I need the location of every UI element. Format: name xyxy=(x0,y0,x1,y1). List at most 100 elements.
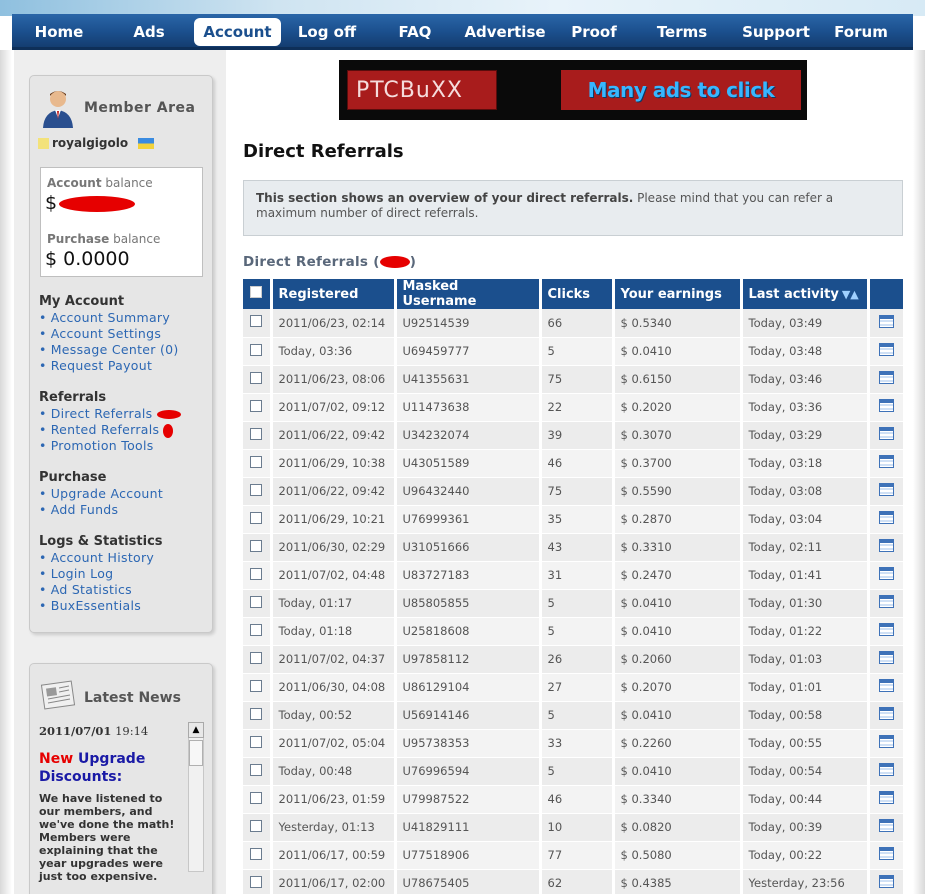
col-clicks[interactable]: Clicks xyxy=(540,279,615,309)
row-checkbox[interactable] xyxy=(250,847,262,860)
stats-calendar-icon[interactable] xyxy=(878,847,894,860)
sidebar-item-direct-referrals[interactable]: • Direct Referrals xyxy=(39,406,181,421)
row-checkbox[interactable] xyxy=(250,763,262,776)
stats-calendar-icon[interactable] xyxy=(878,399,894,412)
stats-calendar-icon[interactable] xyxy=(878,763,894,776)
stats-calendar-icon[interactable] xyxy=(878,679,894,692)
row-select-cell[interactable] xyxy=(243,337,273,366)
row-select-cell[interactable] xyxy=(243,449,273,478)
bullet-icon: • xyxy=(39,598,47,613)
row-checkbox[interactable] xyxy=(250,735,262,748)
row-checkbox[interactable] xyxy=(250,819,262,832)
row-checkbox[interactable] xyxy=(250,315,262,328)
row-select-cell[interactable] xyxy=(243,617,273,646)
row-select-cell[interactable] xyxy=(243,785,273,814)
row-select-cell[interactable] xyxy=(243,729,273,758)
stats-calendar-icon[interactable] xyxy=(878,819,894,832)
stats-calendar-icon[interactable] xyxy=(878,371,894,384)
row-checkbox[interactable] xyxy=(250,427,262,440)
stats-calendar-icon[interactable] xyxy=(878,511,894,524)
news-headline[interactable]: New Upgrade Discounts: xyxy=(39,750,179,786)
row-checkbox[interactable] xyxy=(250,679,262,692)
sidebar-item-account-settings[interactable]: • Account Settings xyxy=(39,326,161,341)
row-select-cell[interactable] xyxy=(243,393,273,422)
sidebar-item-account-history[interactable]: • Account History xyxy=(39,550,154,565)
stats-calendar-icon[interactable] xyxy=(878,791,894,804)
stats-calendar-icon[interactable] xyxy=(878,343,894,356)
sidebar-item-ad-statistics[interactable]: • Ad Statistics xyxy=(39,582,132,597)
ad-banner[interactable]: PTCBuXX Many ads to click xyxy=(339,60,807,120)
sidebar-item-account-summary[interactable]: • Account Summary xyxy=(39,310,170,325)
sidebar-item-rented-referrals[interactable]: • Rented Referrals xyxy=(39,422,174,438)
nav-advertise[interactable]: Advertise xyxy=(460,18,550,46)
row-select-cell[interactable] xyxy=(243,645,273,674)
sort-arrows-icon[interactable]: ▼▲ xyxy=(842,288,859,301)
row-select-cell[interactable] xyxy=(243,869,273,894)
select-all-cell[interactable] xyxy=(243,279,273,309)
row-select-cell[interactable] xyxy=(243,673,273,702)
stats-calendar-icon[interactable] xyxy=(878,623,894,636)
nav-ads[interactable]: Ads xyxy=(116,18,182,46)
row-select-cell[interactable] xyxy=(243,477,273,506)
row-checkbox[interactable] xyxy=(250,343,262,356)
row-checkbox[interactable] xyxy=(250,595,262,608)
nav-faq[interactable]: FAQ xyxy=(384,18,446,46)
row-checkbox[interactable] xyxy=(250,623,262,636)
col-masked-username[interactable]: Masked Username xyxy=(395,279,542,309)
row-select-cell[interactable] xyxy=(243,701,273,730)
sidebar-item-promotion-tools[interactable]: • Promotion Tools xyxy=(39,438,154,453)
row-checkbox[interactable] xyxy=(250,399,262,412)
row-select-cell[interactable] xyxy=(243,841,273,870)
row-checkbox[interactable] xyxy=(250,791,262,804)
sidebar-item-request-payout[interactable]: • Request Payout xyxy=(39,358,152,373)
row-checkbox[interactable] xyxy=(250,511,262,524)
row-select-cell[interactable] xyxy=(243,813,273,842)
sidebar-item-login-log[interactable]: • Login Log xyxy=(39,566,113,581)
sidebar-item-add-funds[interactable]: • Add Funds xyxy=(39,502,118,517)
sidebar-item-buxessentials[interactable]: • BuxEssentials xyxy=(39,598,141,613)
row-select-cell[interactable] xyxy=(243,505,273,534)
stats-calendar-icon[interactable] xyxy=(878,567,894,580)
cell-last-activity: Today, 01:30 xyxy=(741,589,870,618)
row-select-cell[interactable] xyxy=(243,757,273,786)
stats-calendar-icon[interactable] xyxy=(878,651,894,664)
stats-calendar-icon[interactable] xyxy=(878,875,894,888)
row-checkbox[interactable] xyxy=(250,707,262,720)
row-checkbox[interactable] xyxy=(250,651,262,664)
col-your-earnings[interactable]: Your earnings xyxy=(613,279,743,309)
col-last-activity[interactable]: Last activity ▼▲ xyxy=(741,279,870,309)
stats-calendar-icon[interactable] xyxy=(878,735,894,748)
nav-forum[interactable]: Forum xyxy=(826,18,896,46)
row-checkbox[interactable] xyxy=(250,483,262,496)
sidebar-item-message-center-0-[interactable]: • Message Center (0) xyxy=(39,342,179,357)
scroll-up-arrow-icon[interactable]: ▲ xyxy=(188,722,204,738)
news-scroll-thumb[interactable] xyxy=(189,740,203,766)
row-checkbox[interactable] xyxy=(250,539,262,552)
nav-terms[interactable]: Terms xyxy=(642,18,722,46)
stats-calendar-icon[interactable] xyxy=(878,707,894,720)
stats-calendar-icon[interactable] xyxy=(878,483,894,496)
col-registered[interactable]: Registered xyxy=(271,279,397,309)
select-all-checkbox[interactable] xyxy=(250,286,262,298)
row-checkbox[interactable] xyxy=(250,371,262,384)
row-checkbox[interactable] xyxy=(250,455,262,468)
row-checkbox[interactable] xyxy=(250,567,262,580)
stats-calendar-icon[interactable] xyxy=(878,427,894,440)
nav-support[interactable]: Support xyxy=(730,18,822,46)
nav-proof[interactable]: Proof xyxy=(560,18,628,46)
nav-log-off[interactable]: Log off xyxy=(288,18,366,46)
nav-home[interactable]: Home xyxy=(22,18,96,46)
stats-calendar-icon[interactable] xyxy=(878,314,894,328)
stats-calendar-icon[interactable] xyxy=(878,539,894,552)
stats-calendar-icon[interactable] xyxy=(878,595,894,608)
stats-calendar-icon[interactable] xyxy=(878,455,894,468)
sidebar-item-upgrade-account[interactable]: • Upgrade Account xyxy=(39,486,163,501)
row-select-cell[interactable] xyxy=(243,589,273,618)
row-checkbox[interactable] xyxy=(250,875,262,888)
row-select-cell[interactable] xyxy=(243,533,273,562)
row-select-cell[interactable] xyxy=(243,365,273,394)
row-select-cell[interactable] xyxy=(243,561,273,590)
row-select-cell[interactable] xyxy=(243,309,273,338)
nav-account[interactable]: Account xyxy=(194,18,281,46)
row-select-cell[interactable] xyxy=(243,421,273,450)
